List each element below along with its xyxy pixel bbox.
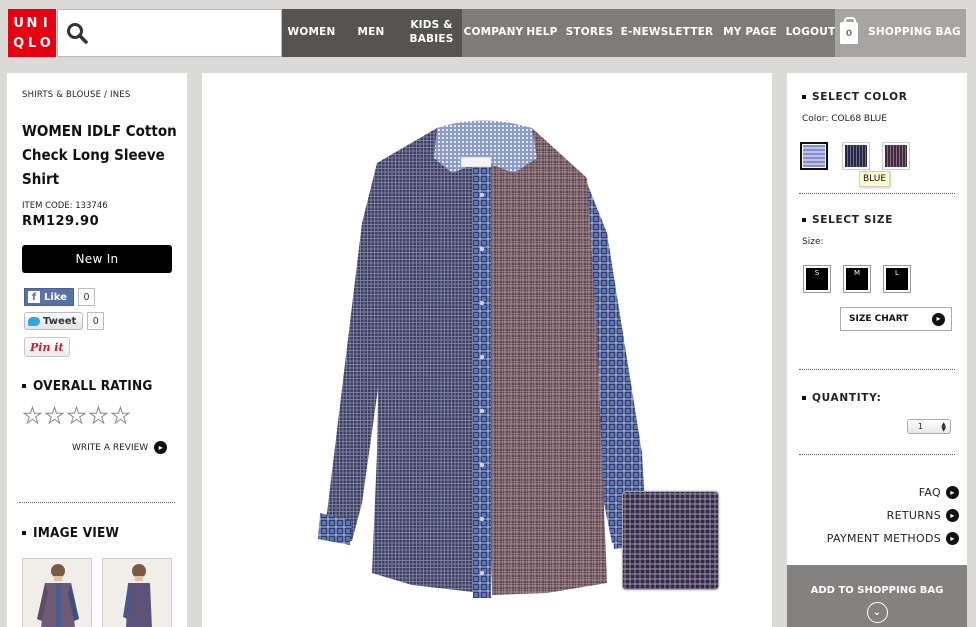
- arrow-right-icon: ▸: [932, 312, 945, 326]
- product-image-panel[interactable]: [202, 73, 772, 627]
- returns-label: RETURNS: [886, 509, 941, 522]
- purchase-options-panel: SELECT COLOR Color: COL68 BLUE BLUE SELE…: [787, 73, 967, 627]
- quantity-heading: QUANTITY:: [802, 392, 881, 404]
- facebook-icon: f: [28, 291, 40, 303]
- product-price: RM129.90: [22, 214, 100, 229]
- arrow-right-icon: ▸: [946, 486, 959, 499]
- select-size-heading: SELECT SIZE: [802, 214, 893, 226]
- color-swatch-wine[interactable]: [882, 142, 910, 170]
- logo-letter: L: [27, 35, 37, 51]
- main-nav: WOMEN MEN KIDS & BABIES COMPANY HELP STO…: [282, 9, 966, 57]
- overall-rating-heading: OVERALL RATING: [22, 378, 153, 394]
- twitter-icon: [28, 316, 40, 326]
- size-chart-label: SIZE CHART: [849, 314, 909, 324]
- nav-my-page[interactable]: MY PAGE: [714, 9, 786, 57]
- quantity-select[interactable]: 1 ▲ ▼: [907, 419, 951, 434]
- uniqlo-logo[interactable]: U N I Q L O: [8, 9, 56, 57]
- add-to-shopping-bag-button[interactable]: ADD TO SHOPPING BAG ⌄: [787, 565, 967, 627]
- rating-stars[interactable]: ★ ★ ★ ★ ★: [22, 405, 131, 428]
- size-option-s[interactable]: S: [803, 265, 831, 293]
- logo-letter: Q: [13, 35, 25, 51]
- nav-women[interactable]: WOMEN: [282, 9, 341, 57]
- color-swatch-blue[interactable]: [800, 142, 828, 170]
- pinterest-widget: Pin it: [24, 337, 70, 357]
- facebook-like: f Like 0: [24, 288, 95, 306]
- star-icon[interactable]: ★: [66, 405, 87, 428]
- shopping-bag-button[interactable]: 0 SHOPPING BAG: [835, 9, 966, 57]
- facebook-like-button[interactable]: f Like: [24, 288, 74, 306]
- top-bar: U N I Q L O WOMEN MEN KIDS & BABIES COMP…: [0, 0, 976, 64]
- tweet-button[interactable]: Tweet: [24, 312, 84, 330]
- payment-methods-label: PAYMENT METHODS: [826, 532, 941, 545]
- tweet-label: Tweet: [43, 315, 77, 327]
- item-code: ITEM CODE: 133746: [22, 201, 108, 211]
- color-swatch-navy[interactable]: [842, 142, 870, 170]
- new-in-badge: New In: [22, 245, 172, 273]
- nav-men[interactable]: MEN: [341, 9, 401, 57]
- image-thumbnail-front[interactable]: [22, 558, 92, 627]
- nav-help[interactable]: HELP: [525, 9, 559, 57]
- tweet-count: 0: [87, 312, 105, 330]
- search-input[interactable]: [57, 9, 282, 57]
- write-review-link[interactable]: WRITE A REVIEW ▸: [72, 441, 168, 454]
- bag-count: 0: [845, 29, 853, 40]
- like-label: Like: [44, 291, 67, 303]
- star-icon[interactable]: ★: [110, 405, 131, 428]
- nav-e-newsletter[interactable]: E-NEWSLETTER: [620, 9, 714, 57]
- faq-link[interactable]: FAQ ▸: [919, 486, 959, 499]
- nav-company[interactable]: COMPANY: [462, 9, 525, 57]
- stepper-icon: ▲ ▼: [941, 420, 946, 433]
- divider: [19, 502, 175, 503]
- divider: [799, 454, 955, 455]
- logo-letter: N: [26, 15, 38, 31]
- logo-letter: U: [13, 15, 24, 31]
- size-option-m[interactable]: M: [843, 265, 871, 293]
- select-color-heading: SELECT COLOR: [802, 91, 907, 103]
- divider: [799, 369, 955, 370]
- product-title: WOMEN IDLF Cotton Check Long Sleeve Shir…: [22, 122, 177, 188]
- arrow-right-icon: ▸: [946, 509, 959, 522]
- shopping-bag-label: SHOPPING BAG: [868, 26, 961, 39]
- payment-methods-link[interactable]: PAYMENT METHODS ▸: [827, 532, 959, 545]
- logo-letter: I: [42, 15, 48, 31]
- like-count: 0: [77, 288, 95, 306]
- image-view-heading: IMAGE VIEW: [22, 525, 119, 541]
- write-review-label: WRITE A REVIEW: [72, 442, 149, 453]
- chevron-down-icon: ⌄: [866, 602, 888, 623]
- search-icon[interactable]: [66, 22, 88, 44]
- star-icon[interactable]: ★: [44, 405, 65, 428]
- pin-it-button[interactable]: Pin it: [24, 337, 70, 357]
- product-info-panel: SHIRTS & BLOUSE / INES WOMEN IDLF Cotton…: [7, 73, 187, 627]
- size-option-l[interactable]: L: [883, 265, 911, 293]
- arrow-right-icon: ▸: [946, 532, 959, 545]
- size-label: Size:: [802, 237, 824, 247]
- logo-letter: O: [39, 35, 51, 51]
- color-tooltip: BLUE: [859, 171, 891, 187]
- nav-logout[interactable]: LOGOUT: [786, 9, 835, 57]
- tweet-widget: Tweet 0: [24, 312, 105, 330]
- faq-label: FAQ: [918, 486, 941, 499]
- breadcrumb[interactable]: SHIRTS & BLOUSE / INES: [22, 90, 130, 100]
- fabric-swatch-zoom[interactable]: [622, 491, 719, 590]
- star-icon[interactable]: ★: [88, 405, 109, 428]
- image-thumbnail-side[interactable]: [102, 558, 172, 627]
- quantity-value: 1: [918, 422, 924, 431]
- nav-kids-babies[interactable]: KIDS & BABIES: [401, 9, 462, 57]
- size-chart-button[interactable]: SIZE CHART ▸: [840, 307, 952, 331]
- divider: [799, 193, 955, 194]
- nav-stores[interactable]: STORES: [559, 9, 620, 57]
- color-label: Color: COL68 BLUE: [802, 114, 887, 124]
- star-icon[interactable]: ★: [22, 405, 43, 428]
- arrow-right-icon: ▸: [154, 441, 168, 454]
- shopping-bag-icon: 0: [840, 17, 859, 44]
- returns-link[interactable]: RETURNS ▸: [887, 509, 959, 522]
- add-to-bag-label: ADD TO SHOPPING BAG: [810, 585, 944, 596]
